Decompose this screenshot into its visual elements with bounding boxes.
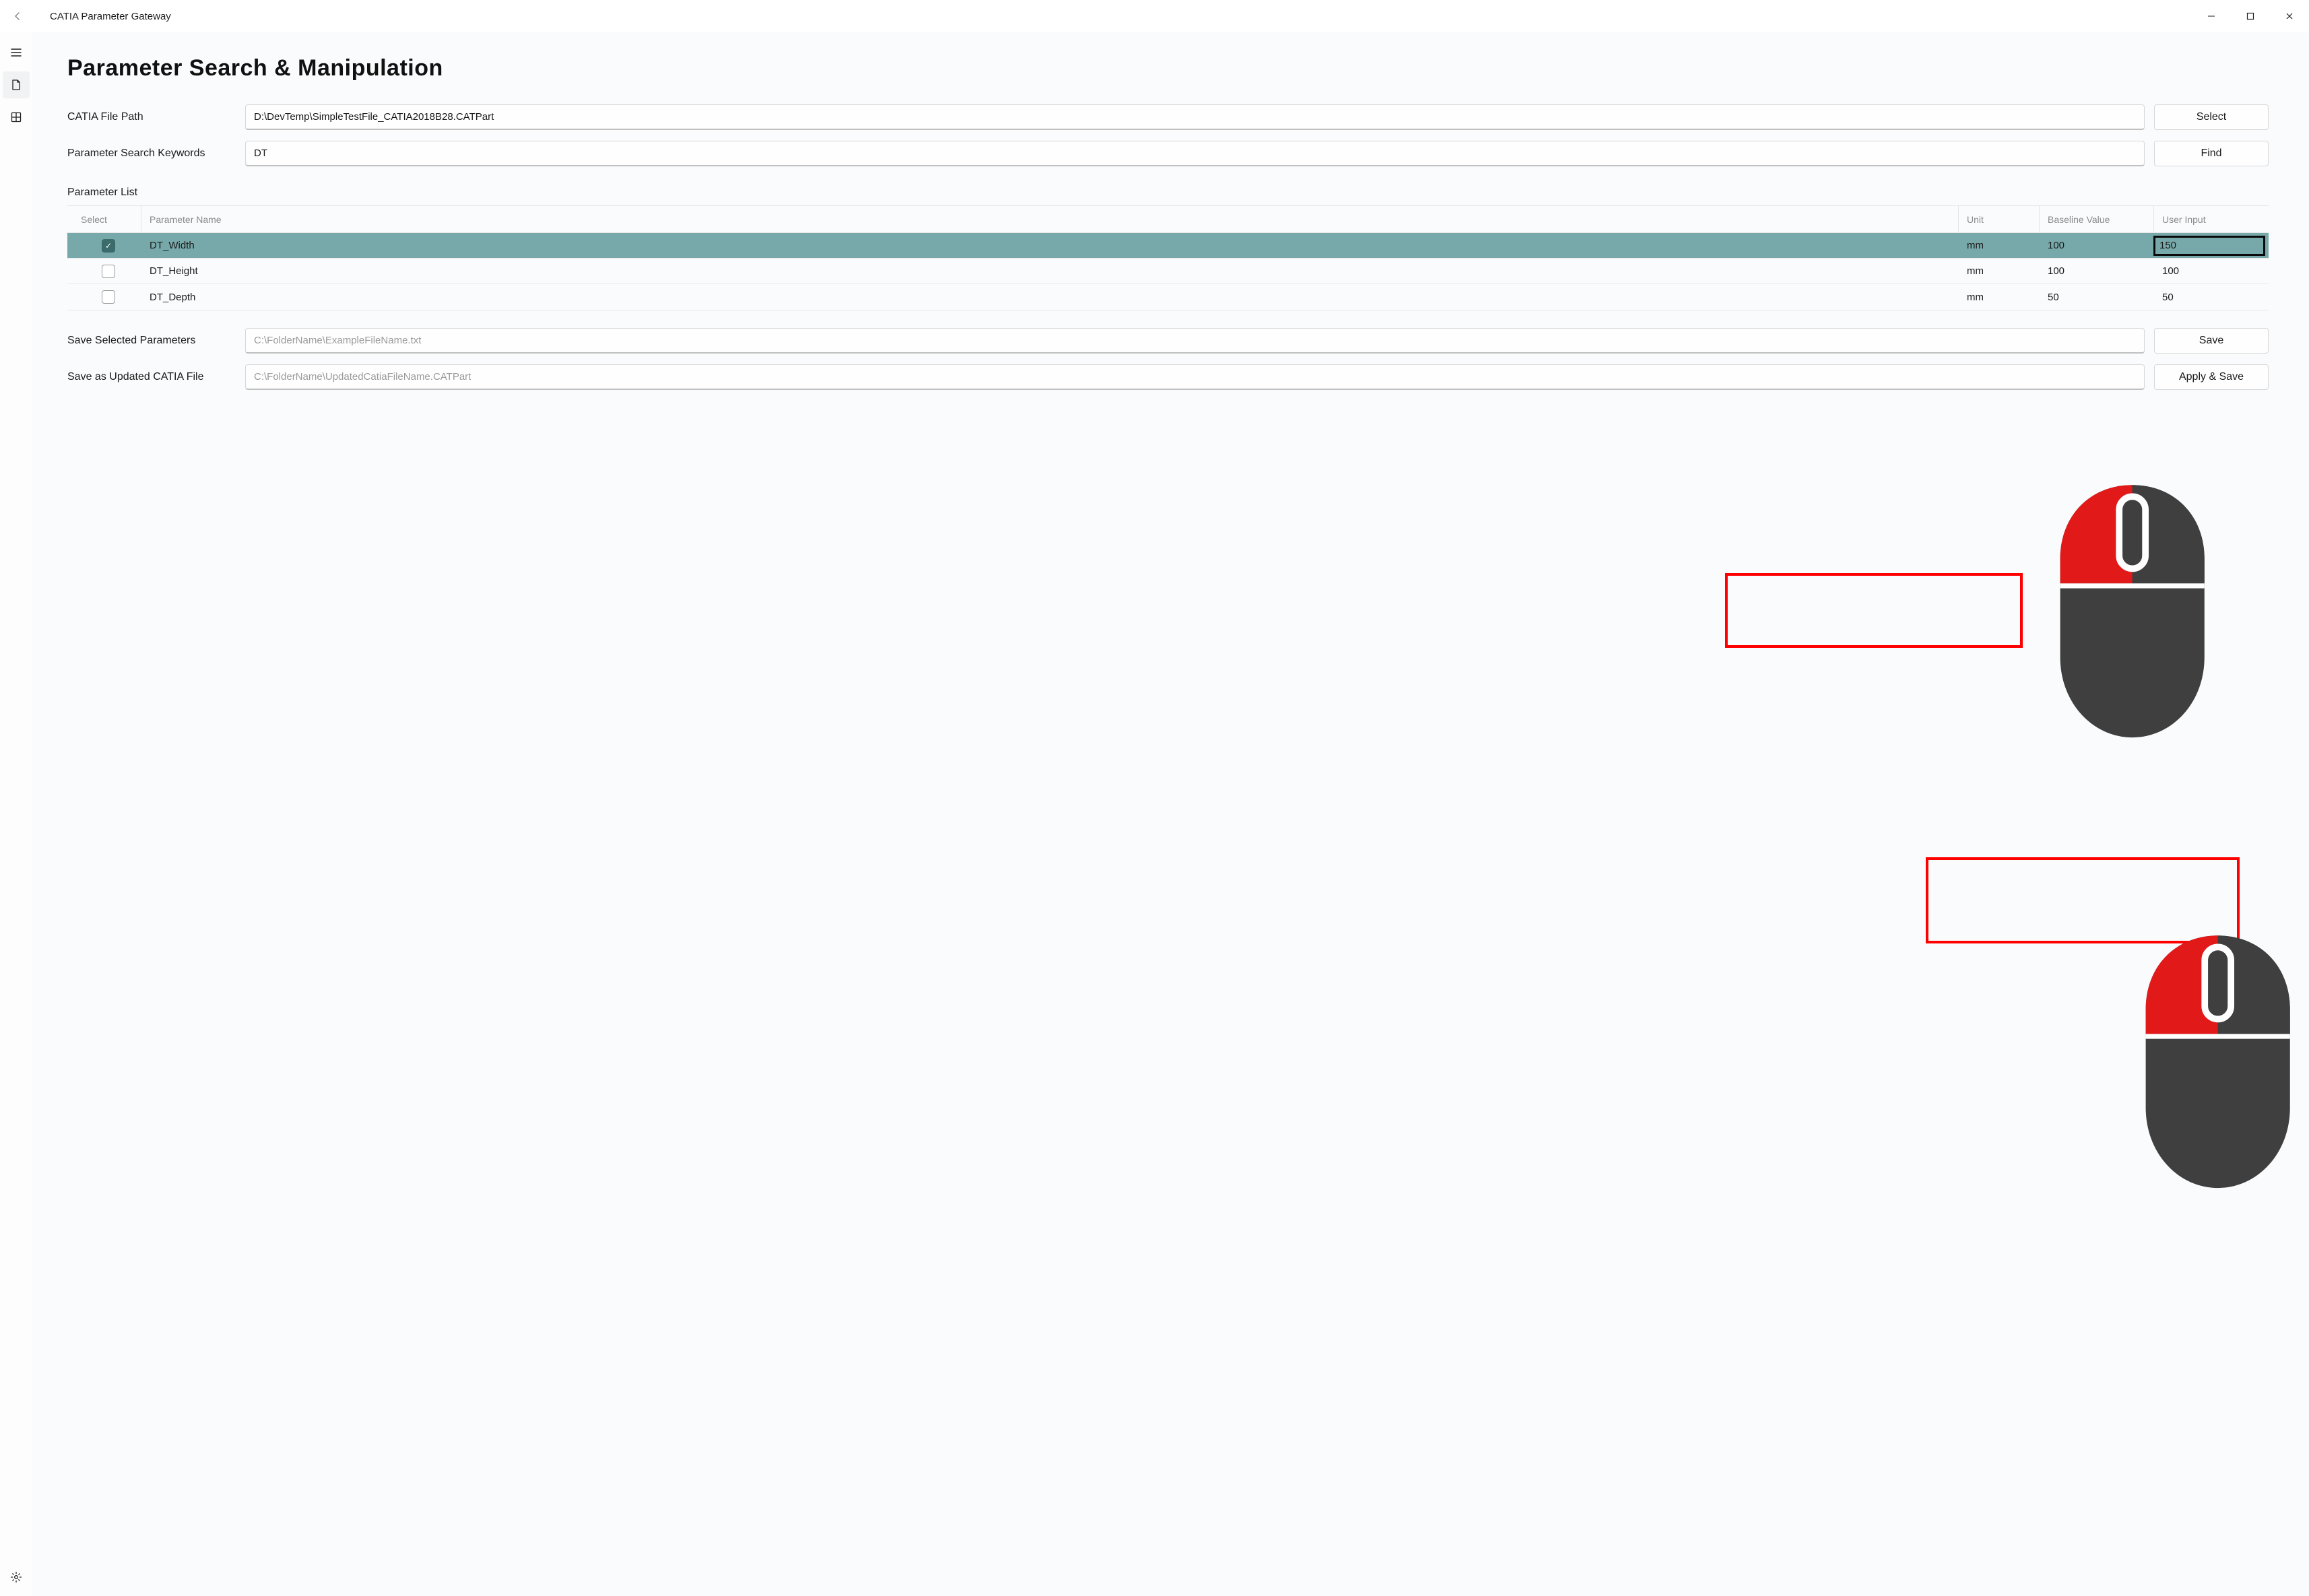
titlebar: CATIA Parameter Gateway xyxy=(0,0,2309,32)
arrow-left-icon xyxy=(12,11,23,22)
col-user: User Input xyxy=(2154,206,2269,232)
save-updated-input[interactable] xyxy=(245,364,2145,390)
col-baseline: Baseline Value xyxy=(2040,206,2154,232)
cell-name: DT_Depth xyxy=(141,292,1959,303)
row-checkbox[interactable] xyxy=(102,290,115,304)
table-row[interactable]: DT_Depth mm 50 50 xyxy=(67,284,2269,310)
find-button[interactable]: Find xyxy=(2154,141,2269,166)
save-button[interactable]: Save xyxy=(2154,328,2269,354)
nav-document-button[interactable] xyxy=(3,71,30,98)
table-row[interactable]: ✓ DT_Width mm 100 150 xyxy=(67,233,2269,259)
cell-baseline: 100 xyxy=(2040,265,2154,277)
window-close[interactable] xyxy=(2270,2,2309,30)
label-search-keywords: Parameter Search Keywords xyxy=(67,147,236,160)
table-header: Select Parameter Name Unit Baseline Valu… xyxy=(67,206,2269,233)
window-maximize[interactable] xyxy=(2231,2,2270,30)
apply-save-button[interactable]: Apply & Save xyxy=(2154,364,2269,390)
gear-icon xyxy=(10,1571,22,1583)
cell-baseline: 50 xyxy=(2040,292,2154,303)
label-file-path: CATIA File Path xyxy=(67,111,236,123)
cell-unit: mm xyxy=(1959,292,2040,303)
row-checkbox[interactable]: ✓ xyxy=(102,239,115,253)
left-nav xyxy=(0,32,32,1596)
nav-grid-button[interactable] xyxy=(3,104,30,131)
nav-menu-button[interactable] xyxy=(3,39,30,66)
minimize-icon xyxy=(2207,12,2215,20)
label-save-selected: Save Selected Parameters xyxy=(67,335,236,347)
hamburger-icon xyxy=(10,46,22,59)
table-row[interactable]: DT_Height mm 100 100 xyxy=(67,259,2269,284)
nav-settings-button[interactable] xyxy=(3,1564,30,1591)
col-select: Select xyxy=(67,206,141,232)
window-minimize[interactable] xyxy=(2192,2,2231,30)
document-icon xyxy=(10,79,22,91)
back-button[interactable] xyxy=(4,3,31,30)
select-button[interactable]: Select xyxy=(2154,104,2269,130)
window-title: CATIA Parameter Gateway xyxy=(50,11,171,22)
cell-user-input[interactable]: 150 xyxy=(2154,236,2265,255)
maximize-icon xyxy=(2246,12,2254,20)
col-unit: Unit xyxy=(1959,206,2040,232)
label-parameter-list: Parameter List xyxy=(67,187,2269,199)
cell-unit: mm xyxy=(1959,265,2040,277)
label-save-updated: Save as Updated CATIA File xyxy=(67,371,236,383)
cell-name: DT_Width xyxy=(141,240,1959,251)
file-path-input[interactable] xyxy=(245,104,2145,130)
cell-unit: mm xyxy=(1959,240,2040,251)
grid-icon xyxy=(10,111,22,123)
main-content: Parameter Search & Manipulation CATIA Fi… xyxy=(32,32,2309,1596)
parameter-table: Select Parameter Name Unit Baseline Valu… xyxy=(67,205,2269,310)
search-keywords-input[interactable] xyxy=(245,141,2145,166)
page-title: Parameter Search & Manipulation xyxy=(67,55,2269,81)
close-icon xyxy=(2285,12,2294,20)
cell-user-input[interactable]: 100 xyxy=(2154,265,2269,277)
row-checkbox[interactable] xyxy=(102,265,115,278)
col-name: Parameter Name xyxy=(141,206,1959,232)
cell-user-input[interactable]: 50 xyxy=(2154,292,2269,303)
cell-name: DT_Height xyxy=(141,265,1959,277)
cell-baseline: 100 xyxy=(2040,240,2154,251)
window-controls xyxy=(2192,2,2309,30)
save-selected-input[interactable] xyxy=(245,328,2145,354)
